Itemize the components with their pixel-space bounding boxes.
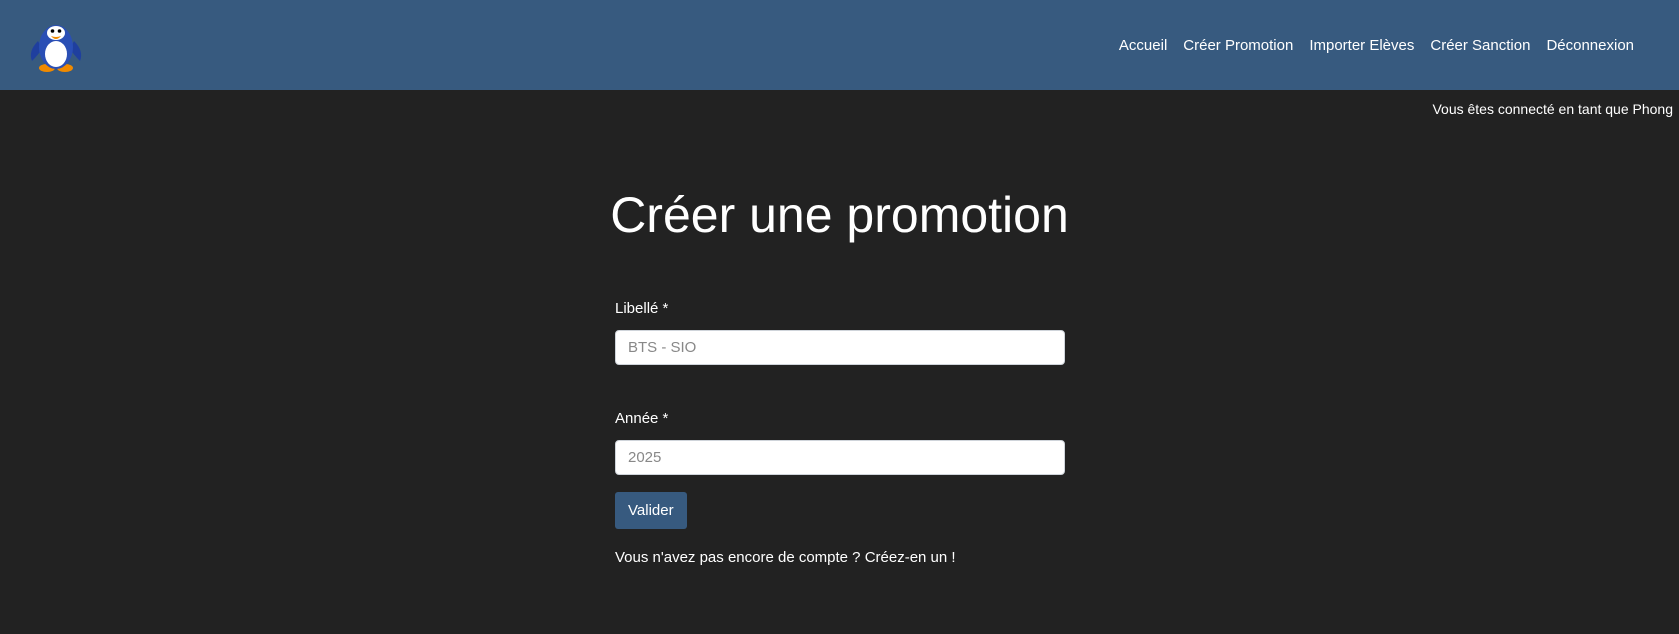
nav-link-importer-eleves[interactable]: Importer Elèves	[1301, 37, 1422, 54]
create-account-link[interactable]: Vous n'avez pas encore de compte ? Créez…	[615, 549, 1065, 566]
nav-link-deconnexion[interactable]: Déconnexion	[1538, 37, 1642, 54]
penguin-logo-icon[interactable]	[26, 15, 86, 75]
libelle-help-text	[615, 371, 1065, 389]
annee-input[interactable]	[615, 440, 1065, 475]
libelle-label: Libellé *	[615, 300, 669, 317]
nav-links: Accueil Créer Promotion Importer Elèves …	[1111, 0, 1642, 90]
nav-link-creer-promotion[interactable]: Créer Promotion	[1175, 37, 1301, 54]
annee-label: Année *	[615, 410, 669, 427]
nav-link-accueil[interactable]: Accueil	[1111, 37, 1175, 54]
validate-button[interactable]: Valider	[615, 492, 687, 529]
libelle-input[interactable]	[615, 330, 1065, 365]
create-promotion-form: Libellé * Année * Valider Vous n'avez pa…	[615, 300, 1065, 566]
page-title: Créer une promotion	[610, 187, 1069, 243]
navbar: Accueil Créer Promotion Importer Elèves …	[0, 0, 1679, 90]
logged-in-user-status: Vous êtes connecté en tant que Phong	[1432, 101, 1673, 117]
nav-link-creer-sanction[interactable]: Créer Sanction	[1422, 37, 1538, 54]
